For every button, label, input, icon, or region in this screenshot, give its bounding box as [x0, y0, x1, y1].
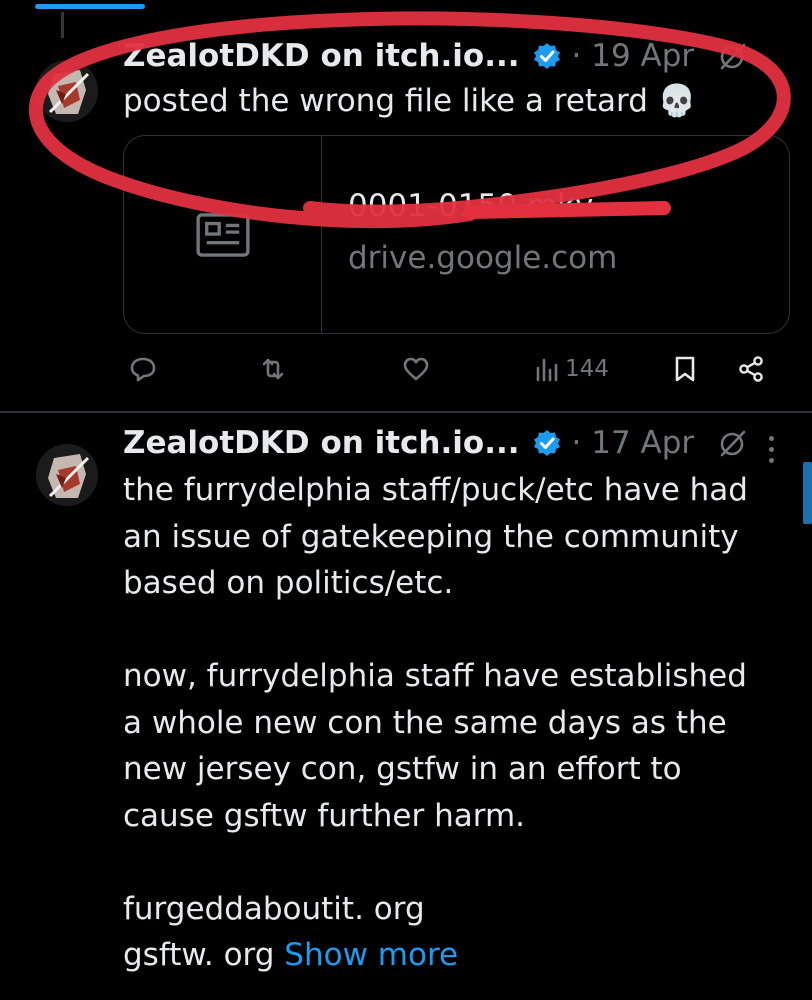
scrollbar[interactable] — [803, 462, 812, 524]
grok-icon[interactable] — [718, 428, 748, 458]
tab-indicator — [35, 4, 145, 9]
retweet-button[interactable] — [258, 354, 288, 384]
card-domain: drive.google.com — [348, 240, 618, 276]
tweet-divider — [0, 411, 812, 413]
avatar[interactable] — [36, 444, 98, 506]
tweet-text: posted the wrong file like a retard 💀 — [123, 83, 697, 119]
views-button[interactable]: 144 — [533, 354, 609, 384]
show-more-link[interactable]: Show more — [284, 937, 458, 973]
author-name[interactable]: ZealotDKD on itch.io... — [123, 38, 520, 74]
avatar[interactable] — [36, 60, 98, 122]
avatar-image — [36, 60, 98, 122]
grok-icon[interactable] — [718, 41, 748, 71]
tweet-header: ZealotDKD on itch.io... · 19 Apr — [123, 38, 748, 74]
like-button[interactable] — [401, 354, 431, 384]
tweet-date[interactable]: · 17 Apr — [572, 425, 695, 461]
tweet-header: ZealotDKD on itch.io... · 17 Apr — [123, 425, 748, 461]
card-thumbnail — [124, 136, 322, 333]
reply-button[interactable] — [128, 354, 158, 384]
retweet-icon — [262, 358, 284, 380]
link-card[interactable]: 0001-0150.mkv drive.google.com — [123, 135, 790, 334]
share-button[interactable] — [736, 354, 766, 384]
tweet-text: the furrydelphia staff/puck/etc have had… — [123, 467, 793, 979]
thread-line — [61, 12, 64, 38]
article-icon — [195, 212, 250, 257]
avatar-image — [36, 444, 98, 506]
verified-badge-icon — [532, 428, 562, 458]
bookmark-icon — [675, 356, 695, 382]
share-icon — [739, 356, 763, 382]
tweet-actions: 144 — [123, 354, 783, 396]
reply-icon — [130, 357, 156, 382]
verified-badge-icon — [532, 41, 562, 71]
tweet-text-body: the furrydelphia staff/puck/etc have had… — [123, 472, 748, 973]
tweet-date[interactable]: · 19 Apr — [572, 38, 695, 74]
views-chart-icon — [536, 358, 558, 382]
heart-icon — [403, 357, 429, 381]
author-name[interactable]: ZealotDKD on itch.io... — [123, 425, 520, 461]
view-count: 144 — [565, 356, 609, 382]
more-dots-icon[interactable] — [764, 436, 778, 464]
bookmark-button[interactable] — [670, 354, 700, 384]
card-title: 0001-0150.mkv — [348, 188, 594, 224]
